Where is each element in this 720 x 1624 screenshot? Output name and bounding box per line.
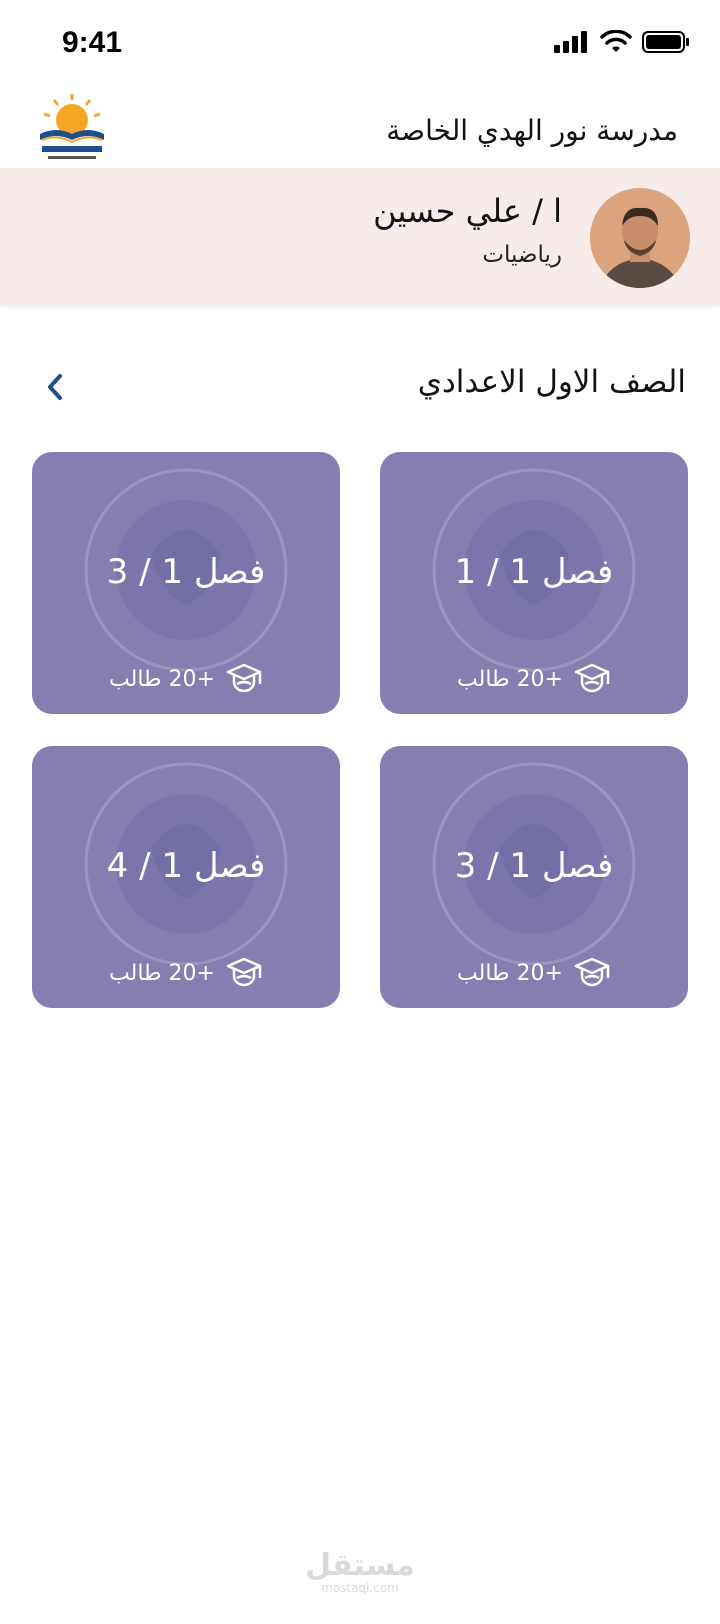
status-time: 9:41	[62, 26, 123, 59]
grade-title: الصف الاول الاعدادي	[417, 364, 686, 400]
app-header: مدرسة نور الهدي الخاصة	[0, 86, 720, 168]
teacher-name: ا / علي حسين	[373, 192, 562, 230]
graduation-cap-icon	[574, 957, 610, 987]
avatar	[590, 188, 690, 288]
graduation-cap-icon	[574, 663, 610, 693]
students-count: +20 طالب	[380, 662, 688, 696]
students-label: +20 طالب	[109, 960, 215, 986]
class-card[interactable]: فصل 1 / 1 +20 طالب	[380, 452, 688, 714]
class-title: فصل 1 / 4	[106, 846, 266, 886]
chevron-left-icon[interactable]	[40, 370, 70, 404]
class-card[interactable]: فصل 1 / 3 +20 طالب	[32, 452, 340, 714]
battery-icon	[642, 31, 689, 53]
graduation-cap-icon	[226, 957, 262, 987]
teacher-subject: رياضيات	[482, 242, 562, 268]
students-label: +20 طالب	[457, 666, 563, 692]
students-count: +20 طالب	[380, 956, 688, 990]
school-logo	[40, 94, 104, 159]
teacher-card[interactable]: ا / علي حسين رياضيات	[0, 168, 720, 306]
students-label: +20 طالب	[457, 960, 563, 986]
class-title: فصل 1 / 3	[454, 846, 614, 886]
wifi-icon	[600, 30, 632, 52]
class-card[interactable]: فصل 1 / 4 +20 طالب	[32, 746, 340, 1008]
class-title: فصل 1 / 1	[454, 552, 614, 592]
students-label: +20 طالب	[109, 666, 215, 692]
graduation-cap-icon	[226, 663, 262, 693]
watermark-brand-ar: مستقل	[305, 1548, 415, 1583]
signal-icon	[554, 31, 587, 53]
class-title: فصل 1 / 3	[106, 552, 266, 592]
class-card[interactable]: فصل 1 / 3 +20 طالب	[380, 746, 688, 1008]
status-icons	[554, 30, 690, 54]
watermark-brand-en: mostaql.com	[321, 1581, 399, 1595]
students-count: +20 طالب	[32, 956, 340, 990]
status-bar: 9:41	[0, 0, 720, 90]
mostaql-watermark: مستقل mostaql.com	[0, 1548, 720, 1595]
school-name: مدرسة نور الهدي الخاصة	[386, 114, 678, 147]
students-count: +20 طالب	[32, 662, 340, 696]
